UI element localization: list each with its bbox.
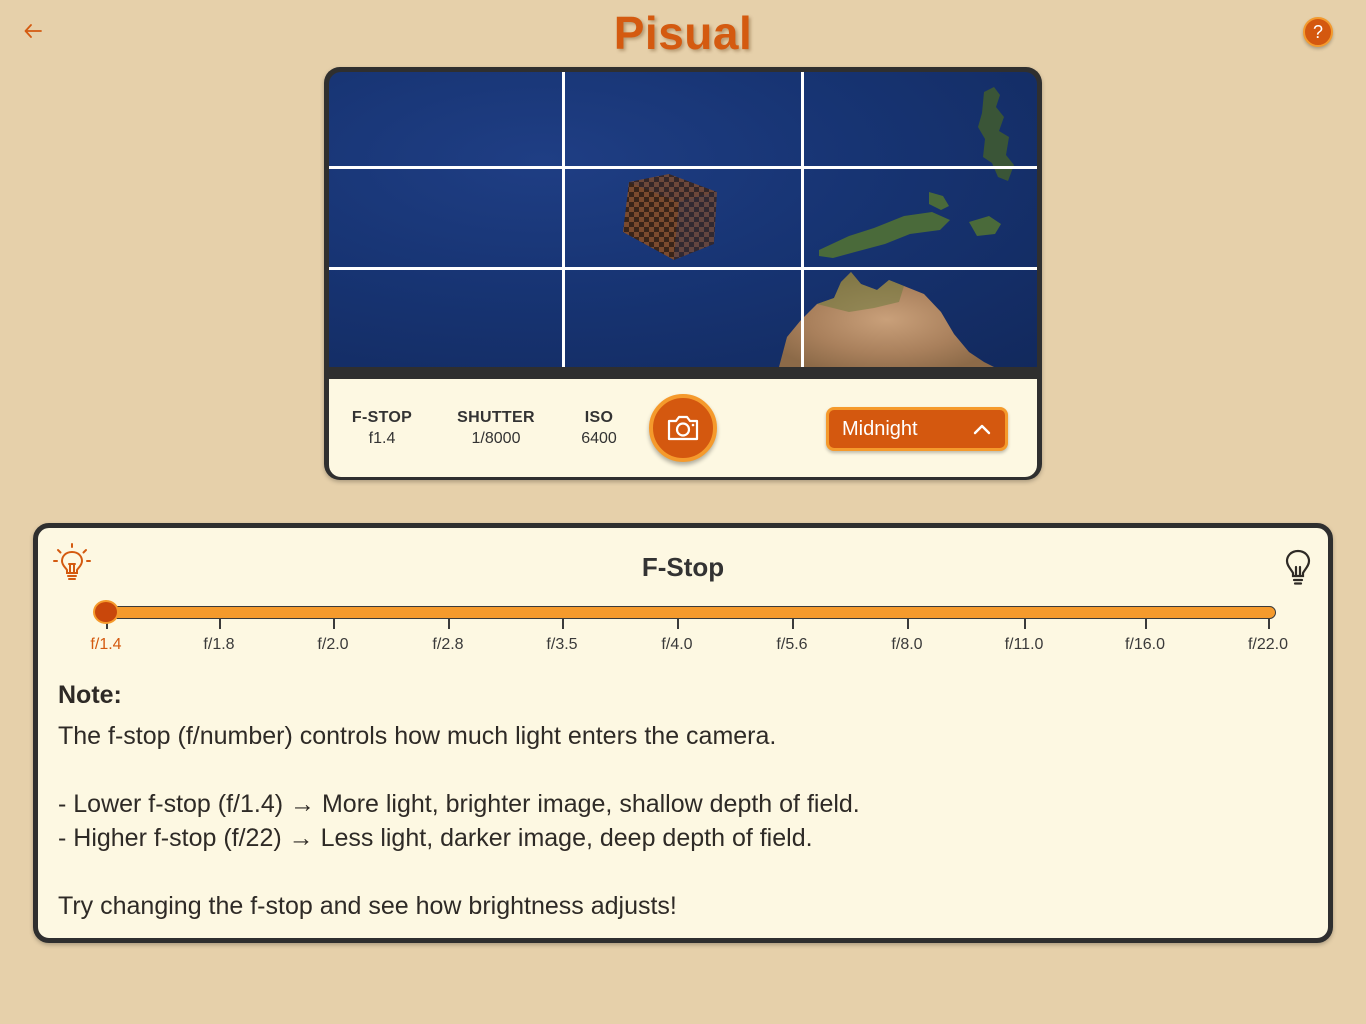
slider-tick-label[interactable]: f/11.0 xyxy=(1005,636,1044,654)
chevron-up-icon xyxy=(973,424,991,434)
slider-tick xyxy=(562,619,564,629)
camera-card: F-STOP f1.4 SHUTTER 1/8000 ISO 6400 Midn… xyxy=(324,67,1042,480)
preset-selected: Midnight xyxy=(842,417,918,440)
app-title: Pisual xyxy=(613,7,753,59)
viewfinder-scene xyxy=(623,87,1014,367)
slider-track[interactable] xyxy=(104,606,1276,619)
slider-tick xyxy=(1024,619,1026,629)
help-button[interactable]: ? xyxy=(1303,17,1333,47)
grid-line-vertical xyxy=(562,72,565,367)
slider-tick xyxy=(448,619,450,629)
viewfinder[interactable] xyxy=(329,72,1037,367)
note-section: Note: The f-stop (f/number) controls how… xyxy=(58,678,1298,923)
note-line: - Higher f-stop (f/22) → Less light, dar… xyxy=(58,824,813,852)
cube-object xyxy=(623,174,717,260)
note-line: The f-stop (f/number) controls how much … xyxy=(58,722,777,750)
iso-label: ISO xyxy=(584,409,614,426)
shutter-readout: SHUTTER 1/8000 xyxy=(456,409,536,448)
slider-tick-label[interactable]: f/22.0 xyxy=(1248,636,1288,654)
fstop-label: F-STOP xyxy=(351,409,413,426)
note-heading: Note: xyxy=(58,681,122,709)
preset-dropdown[interactable]: Midnight xyxy=(826,407,1008,451)
fstop-readout: F-STOP f1.4 xyxy=(351,409,413,448)
slider-tick-label[interactable]: f/16.0 xyxy=(1125,636,1165,654)
slider-tick-label[interactable]: f/4.0 xyxy=(661,636,692,654)
slider-tick xyxy=(333,619,335,629)
note-spacer xyxy=(58,753,1298,787)
slider-tick xyxy=(792,619,794,629)
fstop-panel: F-Stop f/1.4 f/1.8 f/2.0 f/2.8 f/3.5 f/4.0 f/5… xyxy=(33,523,1333,943)
grid-line-vertical xyxy=(801,72,804,367)
slider-tick-label[interactable]: f/1.4 xyxy=(90,636,121,654)
slider-tick-label[interactable]: f/8.0 xyxy=(891,636,922,654)
help-icon: ? xyxy=(1312,21,1323,42)
note-spacer xyxy=(58,855,1298,889)
grid-line-horizontal xyxy=(329,166,1037,169)
slider-tick-label[interactable]: f/2.0 xyxy=(317,636,348,654)
app-screen: Pisual ? F-STOP f1.4 SHUTTER 1/8000 ISO … xyxy=(0,0,1366,1024)
lightbulb-dim-icon xyxy=(1285,549,1311,585)
slider-thumb[interactable] xyxy=(93,600,119,624)
slider-tick xyxy=(1268,619,1270,629)
slider-tick xyxy=(219,619,221,629)
camera-controls: F-STOP f1.4 SHUTTER 1/8000 ISO 6400 Midn… xyxy=(329,379,1037,477)
camera-icon xyxy=(667,415,699,441)
note-line: Try changing the f-stop and see how brig… xyxy=(58,892,677,920)
fstop-value: f1.4 xyxy=(368,430,396,447)
note-line: - Lower f-stop (f/1.4) → More light, bri… xyxy=(58,790,860,818)
fstop-slider[interactable]: f/1.4 f/1.8 f/2.0 f/2.8 f/3.5 f/4.0 f/5.6 f/8.0… xyxy=(90,600,1288,670)
shutter-label: SHUTTER xyxy=(457,409,535,426)
slider-tick xyxy=(1145,619,1147,629)
iso-readout: ISO 6400 xyxy=(573,409,625,448)
panel-title: F-Stop xyxy=(641,552,725,582)
slider-tick xyxy=(677,619,679,629)
slider-tick-label[interactable]: f/2.8 xyxy=(432,636,463,654)
capture-button[interactable] xyxy=(649,394,717,462)
grid-line-horizontal xyxy=(329,267,1037,270)
slider-tick xyxy=(907,619,909,629)
slider-tick-label[interactable]: f/1.8 xyxy=(203,636,234,654)
slider-tick-label[interactable]: f/3.5 xyxy=(546,636,577,654)
iso-value: 6400 xyxy=(581,430,617,447)
shutter-value: 1/8000 xyxy=(471,430,521,447)
slider-tick-label[interactable]: f/5.6 xyxy=(776,636,807,654)
